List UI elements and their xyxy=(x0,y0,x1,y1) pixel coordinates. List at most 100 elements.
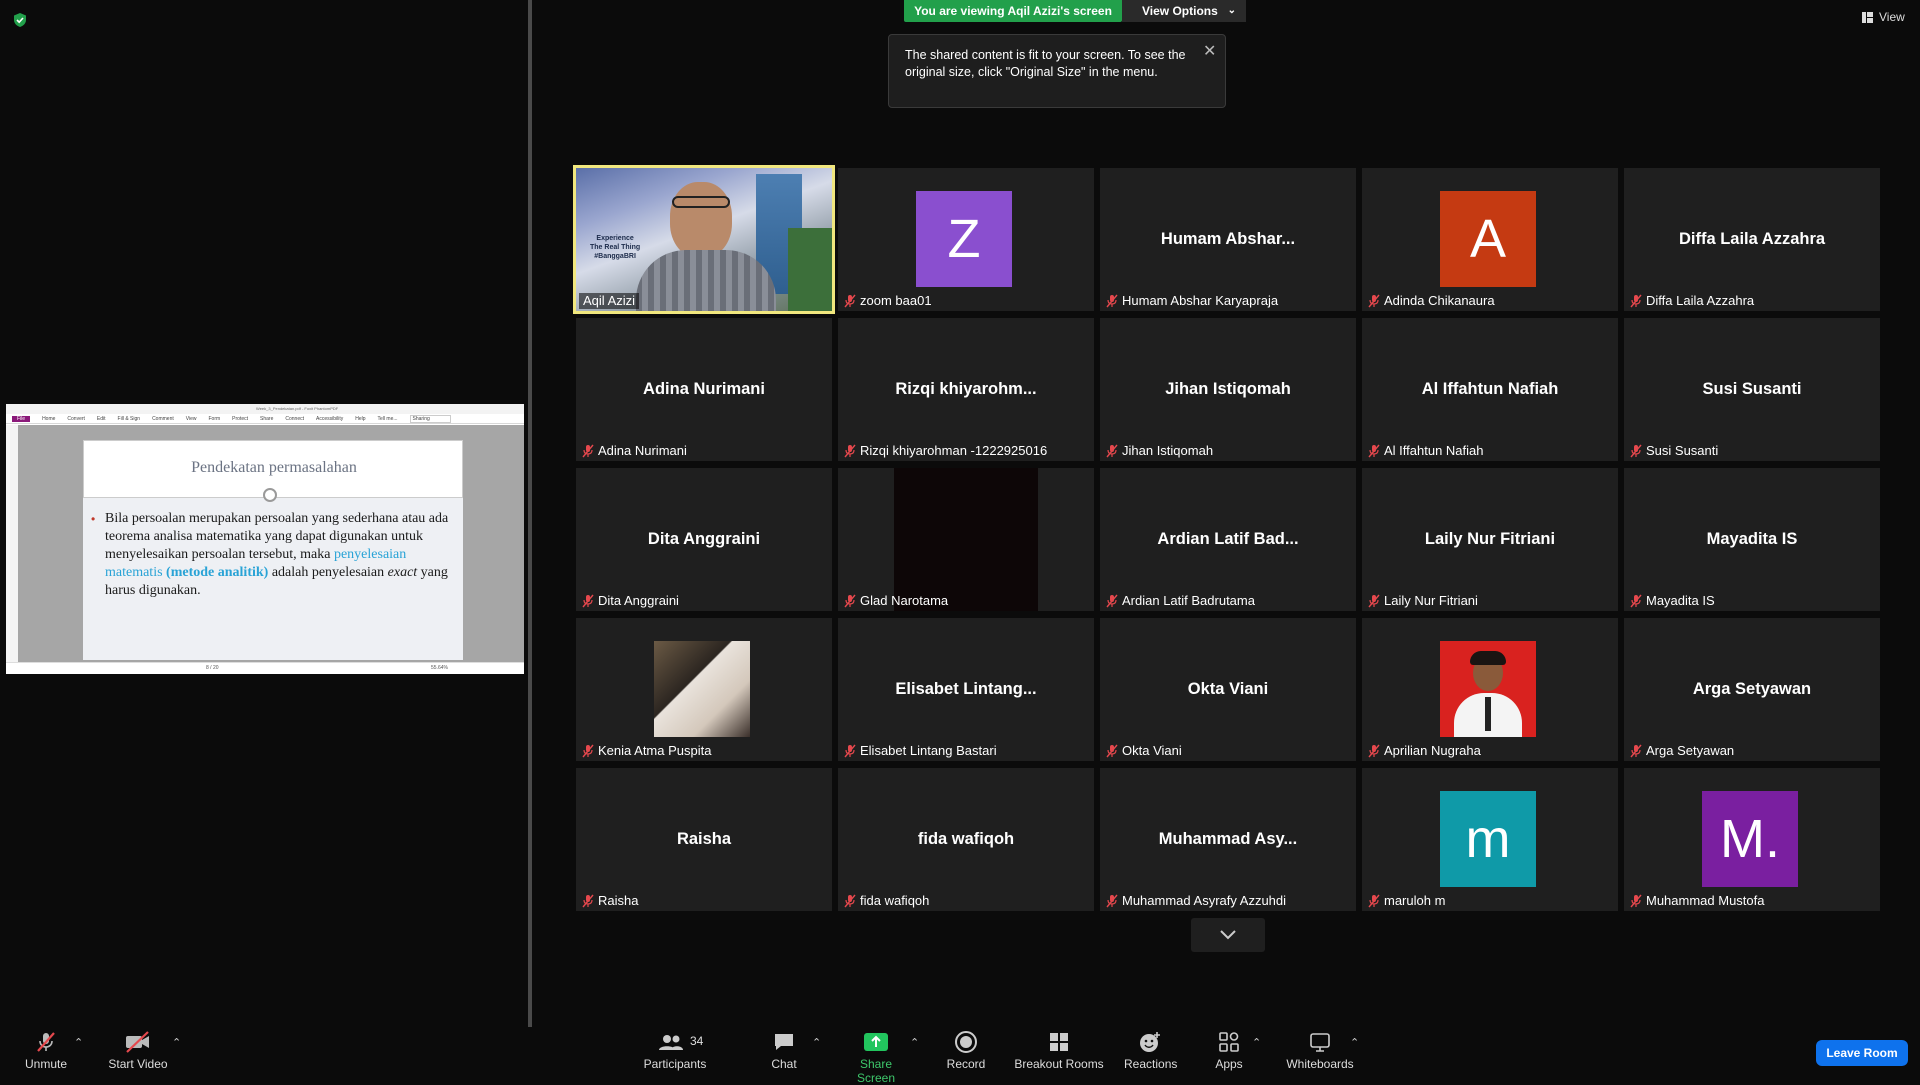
participant-name: zoom baa01 xyxy=(860,293,932,308)
chevron-up-icon[interactable]: ⌃ xyxy=(1252,1036,1261,1049)
unmute-button[interactable]: Unmute xyxy=(18,1030,74,1071)
shared-window-menubar: File Home Convert Edit Fill & Sign Comme… xyxy=(6,414,524,424)
participant-display-name: fida wafiqoh xyxy=(917,830,1015,848)
shared-screen-panel: Week_3_Pendekatan.pdf - Foxit PhantomPDF… xyxy=(0,0,528,1027)
mic-muted-icon xyxy=(844,744,856,758)
breakout-rooms-label: Breakout Rooms xyxy=(1014,1057,1104,1071)
avatar: m xyxy=(1440,791,1536,887)
participant-name: Glad Narotama xyxy=(860,593,949,608)
chevron-up-icon[interactable]: ⌃ xyxy=(172,1036,181,1049)
participant-tile[interactable]: Arga Setyawan Arga Setyawan xyxy=(1624,618,1880,761)
participant-name-label: Laily Nur Fitriani xyxy=(1368,593,1478,609)
participant-name-label: Kenia Atma Puspita xyxy=(582,743,711,759)
panel-splitter[interactable] xyxy=(528,0,532,1027)
chevron-up-icon[interactable]: ⌃ xyxy=(1350,1036,1359,1049)
chat-label: Chat xyxy=(771,1057,797,1071)
participant-name-label: maruloh m xyxy=(1368,893,1445,909)
participant-tile[interactable]: Okta Viani Okta Viani xyxy=(1100,618,1356,761)
participant-tile[interactable]: Dita Anggraini Dita Anggraini xyxy=(576,468,832,611)
menu-share: Share xyxy=(260,415,274,422)
participant-name-label: Glad Narotama xyxy=(844,593,948,609)
participant-display-name: Humam Abshar... xyxy=(1160,230,1296,248)
participant-tile[interactable]: Mayadita IS Mayadita IS xyxy=(1624,468,1880,611)
share-screen-label: Share Screen xyxy=(856,1057,896,1085)
participant-tile[interactable]: Al Iffahtun Nafiah Al Iffahtun Nafiah xyxy=(1362,318,1618,461)
shared-screen-content[interactable]: Week_3_Pendekatan.pdf - Foxit PhantomPDF… xyxy=(6,404,524,674)
participant-name-label: Muhammad Asyrafy Azzuhdi xyxy=(1106,893,1286,909)
participant-name-label: Al Iffahtun Nafiah xyxy=(1368,443,1484,459)
breakout-rooms-button[interactable]: Breakout Rooms xyxy=(1012,1030,1106,1071)
participant-name-label: Aprilian Nugraha xyxy=(1368,743,1481,759)
participant-tile[interactable]: Adina Nurimani Adina Nurimani xyxy=(576,318,832,461)
start-video-button[interactable]: Start Video xyxy=(106,1030,170,1071)
view-button[interactable]: View xyxy=(1862,10,1905,24)
participant-tile[interactable]: Glad Narotama xyxy=(838,468,1094,611)
grid-view-icon xyxy=(1862,11,1873,23)
apps-button[interactable]: Apps xyxy=(1212,1030,1246,1071)
participant-tile[interactable]: Jihan Istiqomah Jihan Istiqomah xyxy=(1100,318,1356,461)
participant-tile[interactable]: m maruloh m xyxy=(1362,768,1618,911)
mic-muted-icon xyxy=(1106,894,1118,908)
mic-muted-icon xyxy=(844,294,856,308)
reactions-button[interactable]: Reactions xyxy=(1124,1030,1177,1071)
chevron-up-icon[interactable]: ⌃ xyxy=(74,1036,83,1049)
participant-tile[interactable]: Humam Abshar... Humam Abshar Karyapraja xyxy=(1100,168,1356,311)
share-screen-icon xyxy=(864,1033,888,1051)
participant-tile[interactable]: Raisha Raisha xyxy=(576,768,832,911)
whiteboards-button[interactable]: Whiteboards xyxy=(1284,1030,1356,1071)
participant-name-label: Humam Abshar Karyapraja xyxy=(1106,293,1278,309)
participant-tile[interactable]: Diffa Laila Azzahra Diffa Laila Azzahra xyxy=(1624,168,1880,311)
mic-muted-icon xyxy=(1630,744,1642,758)
view-options-button[interactable]: View Options ⌄ xyxy=(1122,0,1246,22)
shield-icon[interactable] xyxy=(12,12,28,28)
participant-tile[interactable]: Susi Susanti Susi Susanti xyxy=(1624,318,1880,461)
participant-tile[interactable]: Kenia Atma Puspita xyxy=(576,618,832,761)
participant-display-name: Muhammad Asy... xyxy=(1158,830,1298,848)
next-page-button[interactable] xyxy=(1191,918,1265,952)
avatar: M. xyxy=(1702,791,1798,887)
participant-tile[interactable]: Rizqi khiyarohm... Rizqi khiyarohman -122… xyxy=(838,318,1094,461)
participant-tile[interactable]: A Adinda Chikanaura xyxy=(1362,168,1618,311)
participant-name: Dita Anggraini xyxy=(598,593,679,608)
share-screen-button[interactable]: Share Screen xyxy=(840,1030,912,1085)
chat-icon xyxy=(775,1034,793,1050)
mic-muted-icon xyxy=(1368,294,1380,308)
tooltip-text: The shared content is fit to your screen… xyxy=(905,48,1186,79)
participant-tile[interactable]: Laily Nur Fitriani Laily Nur Fitriani xyxy=(1362,468,1618,611)
participants-button[interactable]: 34 Participants xyxy=(640,1030,710,1071)
record-icon xyxy=(955,1031,977,1053)
apps-label: Apps xyxy=(1215,1057,1243,1071)
record-button[interactable]: Record xyxy=(944,1030,988,1071)
participant-tile[interactable]: Experience The Real Thing #BanggaBRI Aqil A… xyxy=(573,165,835,314)
participant-tile[interactable]: Ardian Latif Bad... Ardian Latif Badrutam… xyxy=(1100,468,1356,611)
shared-window-titlebar: Week_3_Pendekatan.pdf - Foxit PhantomPDF xyxy=(6,404,524,414)
participant-tile[interactable]: Zzoom baa01 xyxy=(838,168,1094,311)
zoom-level: 55.64% xyxy=(431,665,448,671)
bullet-icon: • xyxy=(91,512,96,526)
chat-button[interactable]: Chat xyxy=(764,1030,804,1071)
menu-home: Home xyxy=(42,415,56,422)
participant-display-name: Adina Nurimani xyxy=(643,380,765,398)
mic-muted-icon xyxy=(1368,594,1380,608)
view-options-label: View Options xyxy=(1142,4,1218,18)
participant-tile[interactable]: fida wafiqoh fida wafiqoh xyxy=(838,768,1094,911)
shared-search-box: Sharing xyxy=(409,414,451,423)
participant-tile[interactable]: M. Muhammad Mustofa xyxy=(1624,768,1880,911)
participant-tile[interactable]: Elisabet Lintang... Elisabet Lintang Bast… xyxy=(838,618,1094,761)
chevron-up-icon[interactable]: ⌃ xyxy=(910,1036,919,1049)
leave-room-button[interactable]: Leave Room xyxy=(1816,1040,1908,1066)
participant-display-name: Rizqi khiyarohm... xyxy=(895,380,1037,398)
participant-display-name: Al Iffahtun Nafiah xyxy=(1421,380,1559,398)
participant-display-name: Susi Susanti xyxy=(1702,380,1802,398)
profile-photo xyxy=(654,641,750,737)
participant-name: Adina Nurimani xyxy=(598,443,687,458)
participant-name-label: Mayadita IS xyxy=(1630,593,1715,609)
chevron-up-icon[interactable]: ⌃ xyxy=(812,1036,821,1049)
participant-tile[interactable]: Muhammad Asy... Muhammad Asyrafy Azzuhdi xyxy=(1100,768,1356,911)
apps-icon xyxy=(1219,1032,1239,1052)
participant-tile[interactable]: Aprilian Nugraha xyxy=(1362,618,1618,761)
slide-text-highlight-bold: (metode analitik) xyxy=(166,565,269,580)
mic-muted-icon xyxy=(1106,744,1118,758)
close-icon[interactable]: ✕ xyxy=(1203,41,1216,61)
participant-display-name: Laily Nur Fitriani xyxy=(1424,530,1556,548)
